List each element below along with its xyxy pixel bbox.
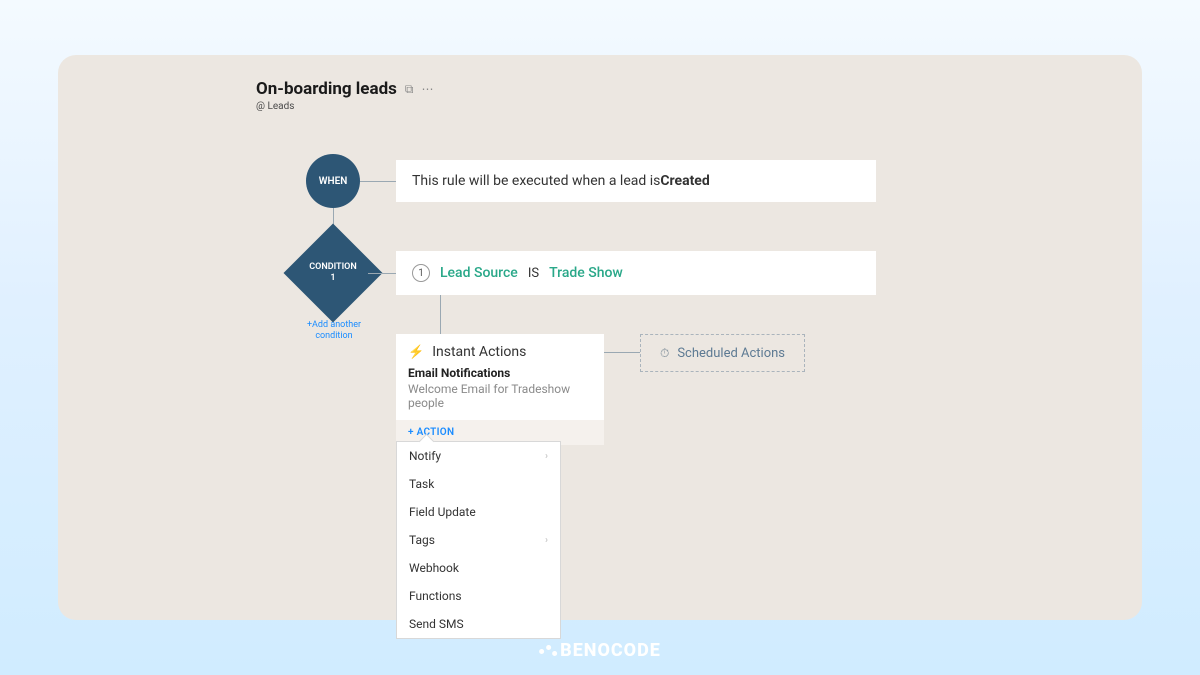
- dropdown-item[interactable]: Tags ›: [397, 526, 560, 554]
- workflow-editor-panel: On-boarding leads ⧉ ⋯ @ Leads WHEN This …: [58, 55, 1142, 620]
- brand-logo: BENOCODE: [539, 640, 661, 661]
- popout-icon[interactable]: ⧉: [405, 82, 414, 97]
- dropdown-item[interactable]: Field Update: [397, 498, 560, 526]
- more-icon[interactable]: ⋯: [421, 82, 433, 96]
- condition-number: 1: [330, 273, 335, 284]
- condition-value[interactable]: Trade Show: [549, 265, 623, 281]
- page-subtitle: @ Leads: [256, 101, 1104, 112]
- dropdown-item[interactable]: Notify ›: [397, 442, 560, 470]
- condition-operator: IS: [528, 266, 539, 281]
- condition-label: CONDITION: [309, 262, 356, 273]
- instant-actions-card[interactable]: ⚡ Instant Actions Email Notifications We…: [396, 334, 604, 445]
- when-text: This rule will be executed when a lead i…: [412, 173, 660, 189]
- add-condition-link[interactable]: +Add another condition: [302, 320, 366, 342]
- dropdown-item-label: Notify: [409, 449, 441, 463]
- scheduled-actions-card[interactable]: ⏱ Scheduled Actions: [640, 334, 805, 372]
- clock-icon: ⏱: [660, 346, 669, 361]
- dropdown-item-label: Field Update: [409, 505, 476, 519]
- instant-actions-title: Instant Actions: [432, 344, 526, 360]
- chevron-right-icon: ›: [545, 535, 548, 546]
- page-header: On-boarding leads ⧉ ⋯ @ Leads: [256, 79, 1104, 112]
- condition-field[interactable]: Lead Source: [440, 265, 518, 281]
- dropdown-item[interactable]: Task: [397, 470, 560, 498]
- dropdown-item-label: Task: [409, 477, 434, 491]
- connector-line: [360, 181, 396, 182]
- when-label: WHEN: [319, 176, 348, 187]
- brand-logo-icon: [539, 642, 557, 660]
- scheduled-actions-title: Scheduled Actions: [677, 346, 785, 361]
- when-card[interactable]: This rule will be executed when a lead i…: [396, 160, 876, 202]
- dropdown-item[interactable]: Send SMS: [397, 610, 560, 638]
- action-description: Welcome Email for Tradeshow people: [396, 382, 604, 420]
- condition-node[interactable]: CONDITION 1: [298, 238, 368, 308]
- dropdown-item[interactable]: Webhook: [397, 554, 560, 582]
- action-type-label: Email Notifications: [396, 366, 604, 382]
- dropdown-item-label: Functions: [409, 589, 462, 603]
- workflow-canvas: WHEN This rule will be executed when a l…: [96, 112, 1104, 632]
- dropdown-item[interactable]: Functions: [397, 582, 560, 610]
- connector-line: [368, 273, 396, 274]
- chevron-right-icon: ›: [545, 451, 548, 462]
- action-dropdown: Notify › Task Field Update Tags › Webhook Funct…: [396, 441, 561, 639]
- dropdown-item-label: Webhook: [409, 561, 459, 575]
- dropdown-item-label: Tags: [409, 533, 435, 547]
- page-title: On-boarding leads: [256, 79, 397, 99]
- when-node[interactable]: WHEN: [306, 154, 360, 208]
- brand-name: BENOCODE: [560, 640, 661, 661]
- condition-step-number: 1: [412, 264, 430, 282]
- when-trigger-value: Created: [660, 173, 709, 189]
- bolt-icon: ⚡: [408, 345, 424, 360]
- connector-line: [604, 352, 640, 353]
- dropdown-item-label: Send SMS: [409, 617, 464, 631]
- condition-card[interactable]: 1 Lead Source IS Trade Show: [396, 251, 876, 295]
